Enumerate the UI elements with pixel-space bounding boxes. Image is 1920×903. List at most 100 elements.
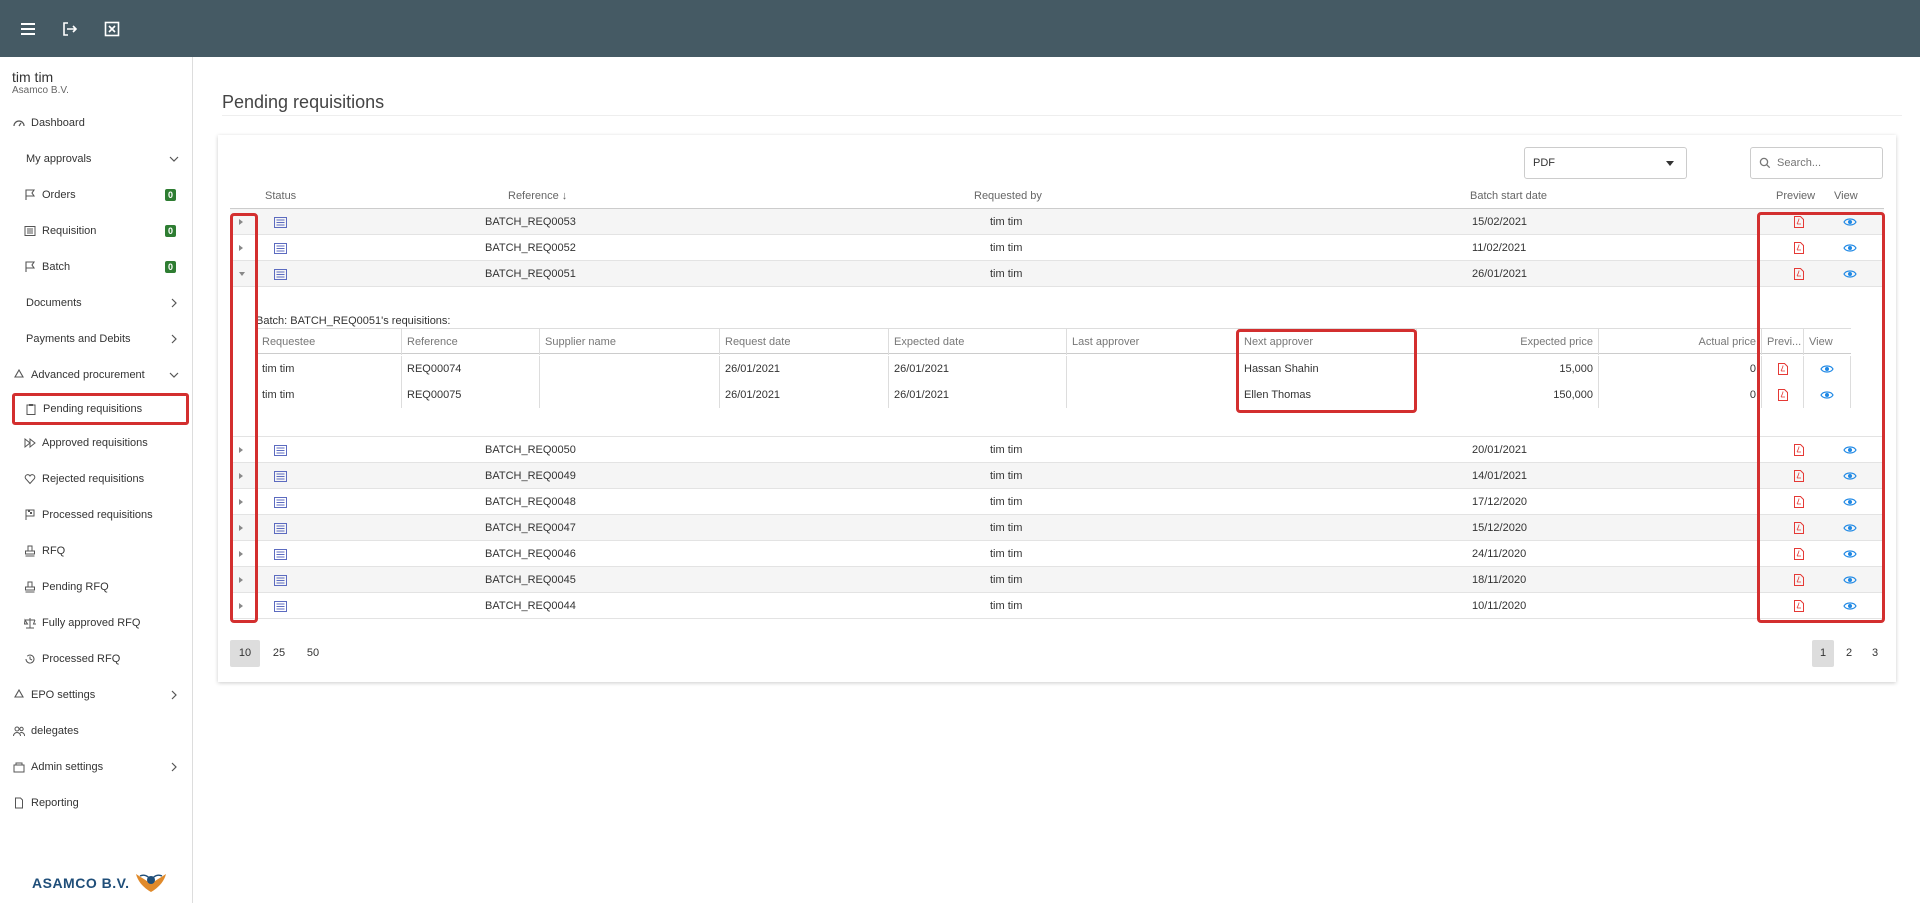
eye-icon[interactable]: [1843, 575, 1857, 585]
header-reference[interactable]: Reference ↓: [508, 183, 567, 209]
detail-header-cell[interactable]: Expected price: [1416, 329, 1598, 355]
pdf-icon[interactable]: [1794, 522, 1804, 535]
detail-header-cell[interactable]: Requestee: [256, 329, 401, 355]
sidebar-item-my-approvals[interactable]: My approvals: [0, 141, 192, 177]
detail-header-cell[interactable]: Next approver: [1238, 329, 1416, 355]
eye-icon[interactable]: [1843, 601, 1857, 611]
expand-toggle[interactable]: [236, 235, 248, 261]
table-row[interactable]: BATCH_REQ0044 tim tim 10/11/2020: [230, 593, 1884, 619]
view-button[interactable]: [1843, 593, 1857, 619]
table-row[interactable]: BATCH_REQ0046 tim tim 24/11/2020: [230, 541, 1884, 567]
detail-preview-button[interactable]: [1761, 382, 1803, 408]
sidebar-item-admin-settings[interactable]: Admin settings: [0, 749, 192, 785]
preview-button[interactable]: [1794, 235, 1804, 261]
pdf-icon[interactable]: [1794, 470, 1804, 483]
preview-button[interactable]: [1794, 209, 1804, 235]
eye-icon[interactable]: [1843, 217, 1857, 227]
menu-icon[interactable]: [18, 19, 38, 39]
page-size-10[interactable]: 10: [230, 640, 260, 667]
sidebar-item-processed-requisitions[interactable]: Processed requisitions: [0, 497, 192, 533]
header-status[interactable]: Status: [265, 183, 296, 209]
detail-row[interactable]: tim tim REQ00074 26/01/2021 26/01/2021 Hassa…: [256, 356, 1851, 382]
pdf-icon[interactable]: [1794, 548, 1804, 561]
table-row[interactable]: BATCH_REQ0045 tim tim 18/11/2020: [230, 567, 1884, 593]
page-button-2[interactable]: 2: [1838, 640, 1860, 667]
detail-view-button[interactable]: [1803, 382, 1851, 408]
view-button[interactable]: [1843, 437, 1857, 463]
sidebar-item-advanced-procurement[interactable]: Advanced procurement: [0, 357, 192, 393]
detail-header-cell[interactable]: Request date: [719, 329, 888, 355]
preview-button[interactable]: [1794, 593, 1804, 619]
sidebar-item-rejected-requisitions[interactable]: Rejected requisitions: [0, 461, 192, 497]
eye-icon[interactable]: [1843, 445, 1857, 455]
view-button[interactable]: [1843, 489, 1857, 515]
preview-button[interactable]: [1794, 567, 1804, 593]
sidebar-item-pending-requisitions[interactable]: Pending requisitions: [12, 393, 189, 425]
page-size-50[interactable]: 50: [298, 640, 328, 667]
eye-icon[interactable]: [1843, 497, 1857, 507]
detail-row[interactable]: tim tim REQ00075 26/01/2021 26/01/2021 Ellen…: [256, 382, 1851, 408]
pdf-icon[interactable]: [1794, 574, 1804, 587]
sidebar-item-rfq[interactable]: RFQ: [0, 533, 192, 569]
eye-icon[interactable]: [1843, 549, 1857, 559]
preview-button[interactable]: [1794, 489, 1804, 515]
page-button-3[interactable]: 3: [1864, 640, 1886, 667]
detail-preview-button[interactable]: [1761, 356, 1803, 382]
pdf-icon[interactable]: [1794, 216, 1804, 229]
preview-button[interactable]: [1794, 463, 1804, 489]
detail-header-cell[interactable]: Supplier name: [539, 329, 719, 355]
table-row[interactable]: BATCH_REQ0048 tim tim 17/12/2020: [230, 489, 1884, 515]
detail-header-cell[interactable]: View: [1803, 329, 1851, 355]
page-size-25[interactable]: 25: [264, 640, 294, 667]
table-row[interactable]: BATCH_REQ0053 tim tim 15/02/2021: [230, 209, 1884, 235]
detail-header-cell[interactable]: Actual price: [1598, 329, 1761, 355]
sidebar-item-pending-rfq[interactable]: Pending RFQ: [0, 569, 192, 605]
sidebar-item-reporting[interactable]: Reporting: [0, 785, 192, 821]
sidebar-item-delegates[interactable]: delegates: [0, 713, 192, 749]
view-button[interactable]: [1843, 261, 1857, 287]
view-button[interactable]: [1843, 541, 1857, 567]
eye-icon[interactable]: [1843, 243, 1857, 253]
preview-button[interactable]: [1794, 437, 1804, 463]
preview-button[interactable]: [1794, 515, 1804, 541]
sidebar-item-processed-rfq[interactable]: Processed RFQ: [0, 641, 192, 677]
sidebar-item-batch[interactable]: Batch 0: [0, 249, 192, 285]
sidebar-item-dashboard[interactable]: Dashboard: [0, 105, 192, 141]
close-box-icon[interactable]: [102, 19, 122, 39]
expand-toggle[interactable]: [236, 515, 248, 541]
view-button[interactable]: [1843, 515, 1857, 541]
page-button-1[interactable]: 1: [1812, 640, 1834, 667]
preview-button[interactable]: [1794, 541, 1804, 567]
table-row[interactable]: BATCH_REQ0051 tim tim 26/01/2021: [230, 261, 1884, 287]
pdf-icon[interactable]: [1794, 496, 1804, 509]
expand-toggle[interactable]: [236, 541, 248, 567]
view-button[interactable]: [1843, 235, 1857, 261]
sidebar-item-fully-approved-rfq[interactable]: Fully approved RFQ: [0, 605, 192, 641]
detail-header-cell[interactable]: Reference: [401, 329, 539, 355]
table-row[interactable]: BATCH_REQ0052 tim tim 11/02/2021: [230, 235, 1884, 261]
table-row[interactable]: BATCH_REQ0050 tim tim 20/01/2021: [230, 437, 1884, 463]
expand-toggle[interactable]: [236, 261, 248, 287]
pdf-icon[interactable]: [1794, 242, 1804, 255]
detail-header-cell[interactable]: Previ...: [1761, 329, 1803, 355]
detail-view-button[interactable]: [1803, 356, 1851, 382]
header-requested-by[interactable]: Requested by: [974, 183, 1042, 209]
eye-icon[interactable]: [1820, 390, 1834, 400]
sidebar-item-orders[interactable]: Orders 0: [0, 177, 192, 213]
sidebar-item-approved-requisitions[interactable]: Approved requisitions: [0, 425, 192, 461]
eye-icon[interactable]: [1843, 269, 1857, 279]
pdf-icon[interactable]: [1794, 600, 1804, 613]
detail-header-cell[interactable]: Expected date: [888, 329, 1066, 355]
expand-toggle[interactable]: [236, 209, 248, 235]
eye-icon[interactable]: [1843, 523, 1857, 533]
expand-toggle[interactable]: [236, 437, 248, 463]
expand-toggle[interactable]: [236, 489, 248, 515]
eye-icon[interactable]: [1820, 364, 1834, 374]
search-input[interactable]: [1777, 157, 1877, 169]
preview-button[interactable]: [1794, 261, 1804, 287]
eye-icon[interactable]: [1843, 471, 1857, 481]
header-batch-start-date[interactable]: Batch start date: [1470, 183, 1547, 209]
logout-icon[interactable]: [60, 19, 80, 39]
pdf-icon[interactable]: [1794, 268, 1804, 281]
sidebar-item-requisition[interactable]: Requisition 0: [0, 213, 192, 249]
